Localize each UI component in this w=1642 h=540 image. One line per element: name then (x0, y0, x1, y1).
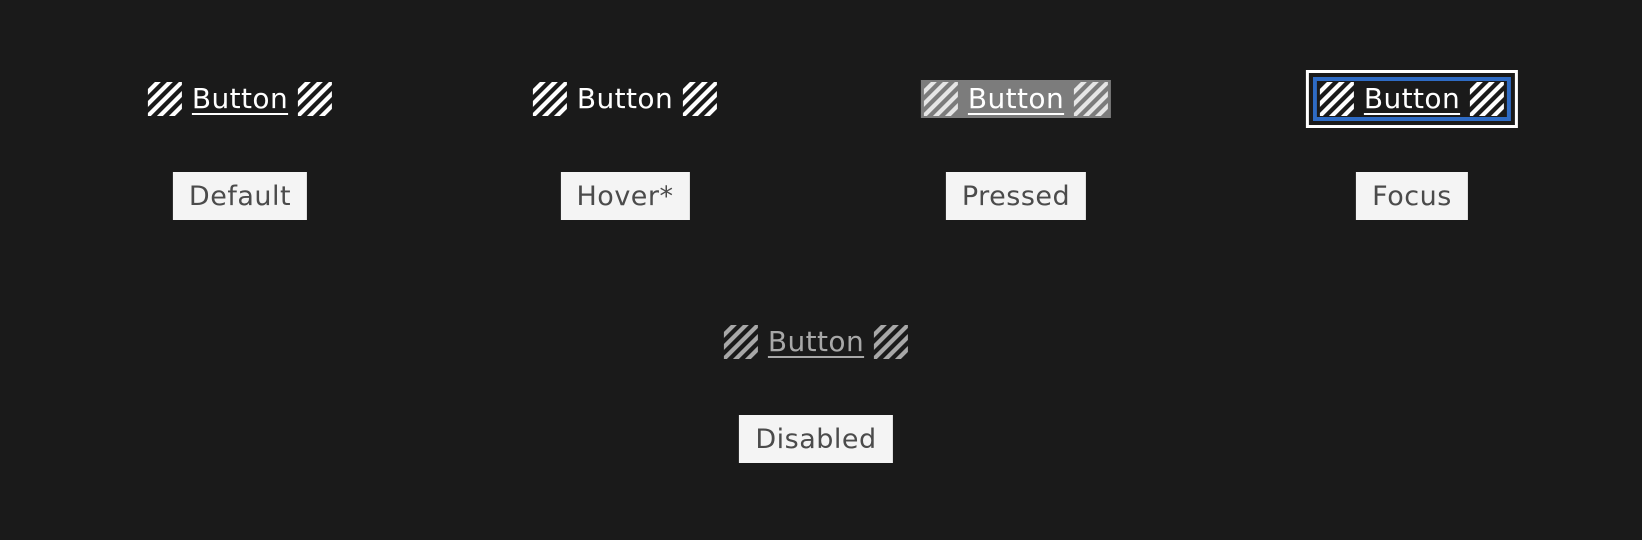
button-default[interactable]: Button (145, 80, 335, 118)
hatch-icon-leading (1319, 82, 1354, 116)
hatch-icon-trailing (1074, 82, 1109, 116)
state-label-default: Default (172, 172, 308, 220)
state-label-disabled: Disabled (739, 415, 893, 463)
hatch-icon-leading (723, 325, 758, 359)
hatch-icon-trailing (298, 82, 333, 116)
variant-default: Button Default (145, 80, 335, 220)
variant-disabled: Button Disabled (721, 323, 911, 463)
button-label: Button (967, 82, 1065, 115)
button-label: Button (191, 82, 289, 115)
hatch-icon-leading (532, 82, 567, 116)
variant-focus: Button Focus (1305, 70, 1519, 220)
state-label-hover: Hover* (560, 172, 690, 220)
button-label: Button (767, 325, 865, 358)
state-label-pressed: Pressed (945, 172, 1087, 220)
button-focus[interactable]: Button (1305, 70, 1519, 128)
hatch-icon-leading (923, 82, 958, 116)
hatch-icon-trailing (874, 325, 909, 359)
button-label: Button (1363, 82, 1461, 115)
state-label-focus: Focus (1356, 172, 1468, 220)
button-disabled: Button (721, 323, 911, 361)
hatch-icon-trailing (683, 82, 718, 116)
hatch-icon-trailing (1470, 82, 1505, 116)
button-pressed[interactable]: Button (920, 80, 1112, 118)
variant-pressed: Button Pressed (920, 80, 1112, 220)
hatch-icon-leading (147, 82, 182, 116)
variant-hover: Button Hover* (530, 80, 720, 220)
button-label: Button (576, 82, 674, 115)
button-hover[interactable]: Button (530, 80, 720, 118)
